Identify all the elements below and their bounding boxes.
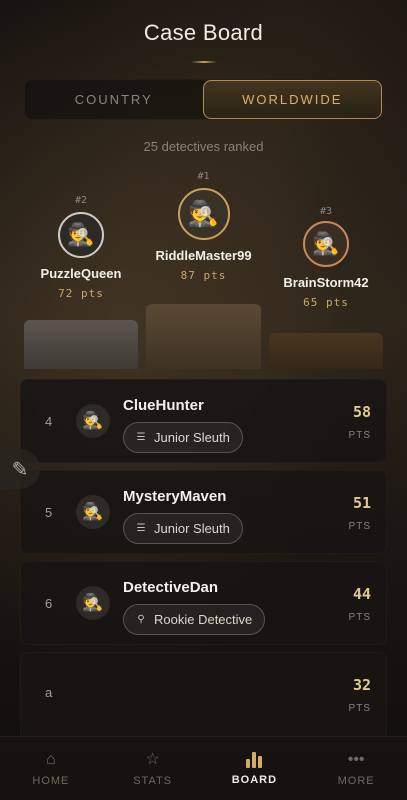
list-item[interactable]: 6 🕵️ DetectiveDan ⚲ Rookie Detective 44 … — [20, 561, 387, 645]
nav-stats[interactable]: ☆ STATS — [102, 737, 204, 800]
podium-block-third — [269, 333, 383, 369]
avatar: 🕵️ — [58, 212, 104, 258]
row-unit: PTS — [348, 703, 371, 714]
list-item[interactable]: a 32 PTS — [20, 652, 387, 742]
nav-label: HOME — [32, 774, 70, 787]
podium-points: 65 pts — [303, 296, 349, 309]
row-unit: PTS — [348, 612, 371, 623]
tab-country[interactable]: COUNTRY — [25, 80, 203, 119]
avatar: 🕵️ — [76, 586, 110, 620]
row-score: 58 — [352, 403, 371, 421]
podium-third[interactable]: #3 🕵️ BrainStorm42 65 pts — [269, 206, 383, 309]
chart-icon — [246, 751, 263, 768]
pencil-icon: ✎ — [11, 458, 29, 481]
podium-rank: #2 — [74, 195, 88, 206]
row-unit: PTS — [348, 430, 371, 441]
avatar: 🕵️ — [76, 495, 110, 529]
rank-badge: ☰ Junior Sleuth — [123, 422, 243, 453]
row-name: ClueHunter — [123, 397, 204, 414]
podium-first[interactable]: #1 🕵️ RiddleMaster99 87 pts — [146, 171, 261, 282]
avatar: 🕵️ — [177, 188, 230, 240]
podium-name: RiddleMaster99 — [155, 248, 252, 263]
row-rank: 5 — [45, 505, 53, 520]
list-item[interactable]: 4 🕵️ ClueHunter ☰ Junior Sleuth 58 PTS — [20, 379, 387, 463]
avatar: 🕵️ — [76, 404, 110, 438]
ranked-count: 25 detectives ranked — [143, 139, 264, 154]
magnifier-list-icon: ☰ — [136, 432, 146, 443]
podium-name: PuzzleQueen — [40, 266, 122, 281]
home-icon: ⌂ — [46, 750, 56, 768]
podium-rank: #1 — [197, 171, 210, 182]
podium-name: BrainStorm42 — [283, 275, 369, 290]
row-name: DetectiveDan — [123, 579, 219, 596]
row-unit: PTS — [348, 521, 371, 532]
row-score: 32 — [352, 676, 371, 694]
row-score: 44 — [352, 585, 371, 603]
nav-home[interactable]: ⌂ HOME — [0, 737, 102, 800]
podium-second[interactable]: #2 🕵️ PuzzleQueen 72 pts — [24, 195, 138, 300]
row-rank: 4 — [45, 414, 53, 429]
rank-badge: ☰ Junior Sleuth — [123, 513, 243, 544]
badge-label: Junior Sleuth — [154, 521, 230, 536]
podium-rank: #3 — [319, 206, 333, 217]
podium-points: 87 pts — [180, 269, 227, 282]
nav-label: BOARD — [231, 773, 278, 786]
avatar: 🕵️ — [303, 221, 349, 267]
nav-label: STATS — [133, 774, 173, 787]
nav-more[interactable]: ••• MORE — [305, 737, 407, 800]
badge-label: Rookie Detective — [154, 612, 253, 627]
scope-tabs: COUNTRY WORLDWIDE — [24, 79, 383, 120]
magnifier-icon: ⚲ — [137, 614, 145, 625]
page-title: Case Board — [143, 20, 264, 45]
star-icon: ☆ — [145, 750, 160, 768]
badge-label: Junior Sleuth — [154, 430, 230, 445]
podium-points: 72 pts — [58, 287, 104, 300]
magnifier-list-icon: ☰ — [136, 523, 146, 534]
row-rank: 6 — [45, 596, 53, 611]
tab-worldwide[interactable]: WORLDWIDE — [202, 80, 382, 119]
podium-block-second — [24, 320, 138, 369]
title-underline — [191, 61, 217, 63]
dots-icon: ••• — [347, 750, 365, 768]
bottom-nav: ⌂ HOME ☆ STATS BOARD ••• MORE — [0, 736, 407, 800]
list-item[interactable]: 5 🕵️ MysteryMaven ☰ Junior Sleuth 51 PTS — [20, 470, 387, 554]
nav-label: MORE — [337, 774, 375, 787]
app: Case Board COUNTRY WORLDWIDE 25 detectiv… — [0, 0, 407, 800]
row-rank: a — [45, 685, 53, 700]
row-name: MysteryMaven — [123, 488, 227, 505]
edit-button[interactable]: ✎ — [0, 449, 40, 489]
rank-badge: ⚲ Rookie Detective — [123, 604, 266, 635]
nav-board[interactable]: BOARD — [204, 737, 306, 800]
podium-block-first — [146, 304, 261, 369]
row-score: 51 — [352, 494, 371, 512]
